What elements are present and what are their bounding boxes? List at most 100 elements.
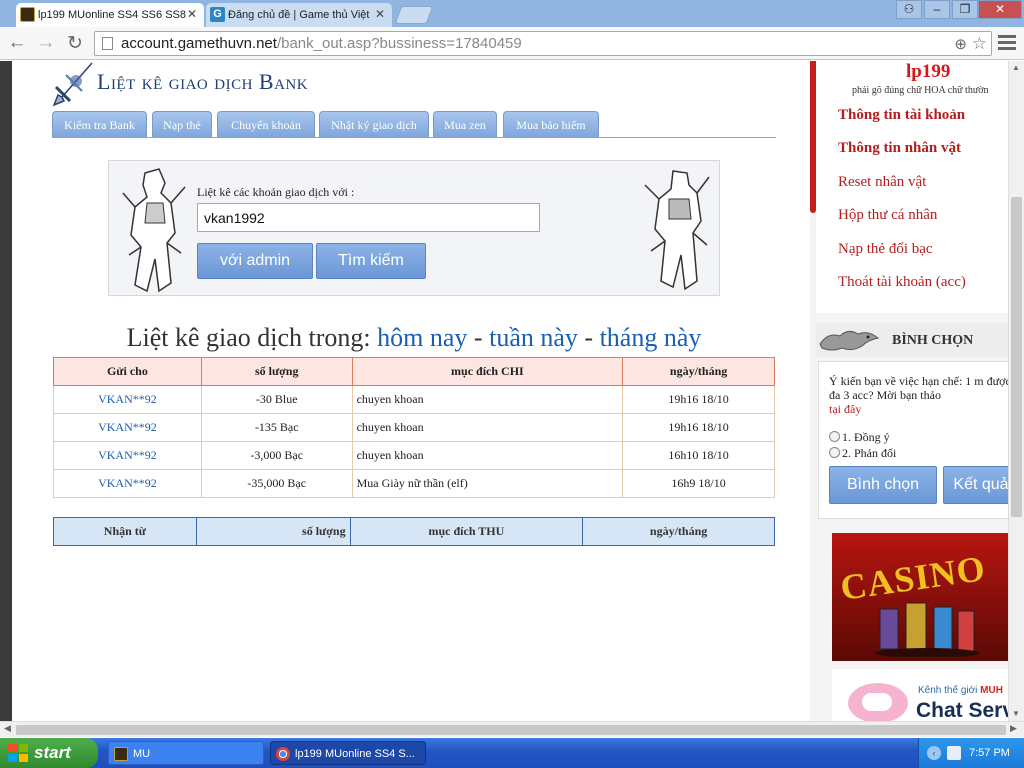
taskbar-item-chrome[interactable]: lp199 MUonline SS4 S... xyxy=(270,741,426,765)
page-title: Liệt kê giao dịch Bank xyxy=(97,69,309,94)
purpose-cell: chuyen khoan xyxy=(351,441,624,470)
close-tab-icon[interactable]: ✕ xyxy=(187,7,197,21)
poll-option-disagree[interactable]: 2. Phản đối xyxy=(829,446,896,461)
tab-nhat-ky-giao-dich[interactable]: Nhật ký giao dịch xyxy=(319,111,429,137)
page-viewport: Liệt kê giao dịch Bank Kiểm tra Bank Nạp… xyxy=(0,61,1024,721)
start-label: start xyxy=(34,743,71,762)
bookmark-star-icon[interactable]: ☆ xyxy=(972,32,987,55)
this-month-link[interactable]: tháng này xyxy=(600,323,702,352)
window-close-button[interactable]: ✕ xyxy=(978,0,1022,19)
table-row: VKAN**92 -3,000 Bạc chuyen khoan 16h10 1… xyxy=(53,441,775,470)
reload-icon[interactable]: ↻ xyxy=(64,32,86,55)
windows-taskbar: start MU lp199 MUonline SS4 S... ‹ 7:57 … xyxy=(0,738,1024,768)
poll-discussion-link[interactable]: tại đây xyxy=(829,402,861,416)
recipient-link[interactable]: VKAN**92 xyxy=(53,413,202,442)
with-admin-button[interactable]: với admin xyxy=(197,243,313,279)
this-week-link[interactable]: tuần này xyxy=(489,323,578,352)
chrome-app-icon xyxy=(276,747,290,761)
browser-tab-active[interactable]: lp199 MUonline SS4 SS6 SS8 ✕ xyxy=(16,3,204,27)
system-tray: ‹ 7:57 PM xyxy=(918,738,1024,768)
taskbar-item-mu[interactable]: MU xyxy=(108,741,264,765)
recipient-link[interactable]: VKAN**92 xyxy=(53,385,202,414)
sword-logo-icon xyxy=(52,62,93,107)
chat-server-banner[interactable]: Kênh thế giới MUH Chat Serv xyxy=(832,669,1014,721)
back-icon[interactable]: ← xyxy=(6,32,28,54)
amount-cell: -135 Bạc xyxy=(200,413,353,442)
sidebar-item-reset-character[interactable]: Reset nhân vật xyxy=(838,174,926,191)
taskbar-item-label: lp199 MUonline SS4 S... xyxy=(295,748,415,760)
start-button[interactable]: start xyxy=(0,738,98,768)
windows-flag-icon xyxy=(8,744,28,762)
column-header: mục đích CHI xyxy=(351,357,624,386)
table-header-row: Gửi cho số lượng mục đích CHI ngày/tháng xyxy=(53,357,775,386)
scroll-down-icon[interactable]: ▼ xyxy=(1012,709,1020,718)
period-prefix: Liệt kê giao dịch trong: xyxy=(126,323,371,352)
clock[interactable]: 7:57 PM xyxy=(969,738,1010,768)
scroll-left-icon[interactable]: ◀ xyxy=(4,723,11,734)
incoming-transactions-table: Nhận từ số lượng mục đích THU ngày/tháng xyxy=(53,517,775,546)
search-button[interactable]: Tìm kiếm xyxy=(316,243,426,279)
horizontal-scrollbar[interactable]: ◀ ▶ xyxy=(0,721,1024,737)
account-panel: lp199 phải gõ đúng chữ HOA chữ thườn Thô… xyxy=(816,61,1010,313)
scroll-up-icon[interactable]: ▲ xyxy=(1012,63,1020,72)
minimize-button[interactable]: – xyxy=(924,0,950,19)
tab-kiem-tra-bank[interactable]: Kiểm tra Bank xyxy=(52,111,147,137)
date-cell: 19h16 18/10 xyxy=(622,385,775,414)
zoom-icon[interactable]: ⊕ xyxy=(954,33,967,56)
vertical-scrollbar[interactable]: ▲ ▼ xyxy=(1008,61,1024,721)
column-header: số lượng xyxy=(200,357,353,386)
recipient-link[interactable]: VKAN**92 xyxy=(53,469,202,498)
page-left-background xyxy=(0,61,12,721)
browser-tab-inactive[interactable]: G Đăng chủ đề | Game thủ Việt ✕ xyxy=(206,3,392,27)
scroll-right-icon[interactable]: ▶ xyxy=(1010,723,1017,734)
vote-button[interactable]: Bình chọn xyxy=(829,466,937,504)
browser-toolbar: ← → ↻ account.gamethuvn.net/bank_out.asp… xyxy=(0,27,1024,60)
close-tab-icon[interactable]: ✕ xyxy=(375,7,385,21)
tab-mua-bao-hiem[interactable]: Mua bảo hiểm xyxy=(503,111,599,137)
recipient-link[interactable]: VKAN**92 xyxy=(53,441,202,470)
radio-icon[interactable] xyxy=(829,431,840,442)
tab-nap-the[interactable]: Nạp thẻ xyxy=(152,111,212,137)
horizontal-scroll-thumb[interactable] xyxy=(16,725,1006,735)
sidebar-item-character-info[interactable]: Thông tin nhân vật xyxy=(838,140,961,157)
date-cell: 16h9 18/10 xyxy=(622,469,775,498)
column-header: mục đích THU xyxy=(349,517,584,546)
period-separator: - xyxy=(577,323,600,352)
forward-icon[interactable]: → xyxy=(35,32,57,54)
table-row: VKAN**92 -35,000 Bạc Mua Giày nữ thần (e… xyxy=(53,469,775,498)
sidebar-item-account-info[interactable]: Thông tin tài khoản xyxy=(838,107,965,124)
outgoing-transactions-table: Gửi cho số lượng mục đích CHI ngày/tháng… xyxy=(53,357,775,498)
tab-mua-zen[interactable]: Mua zen xyxy=(433,111,497,137)
sidebar-item-logout[interactable]: Thoát tài khoản (acc) xyxy=(838,274,966,291)
purpose-cell: Mua Giày nữ thần (elf) xyxy=(351,469,624,498)
period-separator: - xyxy=(467,323,490,352)
table-header-row: Nhận từ số lượng mục đích THU ngày/tháng xyxy=(53,517,775,546)
restore-button[interactable]: ❐ xyxy=(952,0,978,19)
chat-ad-subtitle-text: Kênh thế giới xyxy=(918,685,978,696)
today-link[interactable]: hôm nay xyxy=(377,323,467,352)
casino-characters-icon xyxy=(875,602,979,657)
sidebar-item-inbox[interactable]: Hộp thư cá nhân xyxy=(838,207,937,224)
tray-app-icon[interactable] xyxy=(947,746,961,760)
address-bar[interactable]: account.gamethuvn.net/bank_out.asp?bussi… xyxy=(94,31,992,56)
mu-favicon-icon xyxy=(20,7,35,22)
mu-app-icon xyxy=(114,747,128,761)
amount-cell: -35,000 Bạc xyxy=(200,469,353,498)
radio-icon[interactable] xyxy=(829,447,840,458)
transaction-search-panel: Liệt kê các khoản giao dịch với : với ad… xyxy=(108,160,720,296)
sidebar-item-topup[interactable]: Nạp thẻ đổi bạc xyxy=(838,241,933,258)
user-icon[interactable]: ⚇ xyxy=(896,0,922,19)
casino-banner[interactable]: CASINO xyxy=(832,533,1010,661)
tray-expand-icon[interactable]: ‹ xyxy=(927,746,941,760)
poll-question: Ý kiến bạn về việc hạn chế: 1 m được tối… xyxy=(829,374,1024,416)
chrome-menu-icon[interactable] xyxy=(998,35,1016,53)
case-sensitive-note: phải gõ đúng chữ HOA chữ thườn xyxy=(852,85,989,96)
page-icon xyxy=(102,37,113,50)
warrior-left-icon xyxy=(122,168,186,293)
new-tab-button[interactable] xyxy=(394,6,434,24)
poll-option-agree[interactable]: 1. Đồng ý xyxy=(829,430,890,445)
tab-chuyen-khoan[interactable]: Chuyển khoản xyxy=(217,111,315,137)
column-header: Gửi cho xyxy=(53,357,202,386)
search-account-input[interactable] xyxy=(197,203,540,232)
vertical-scroll-thumb[interactable] xyxy=(1011,197,1022,517)
